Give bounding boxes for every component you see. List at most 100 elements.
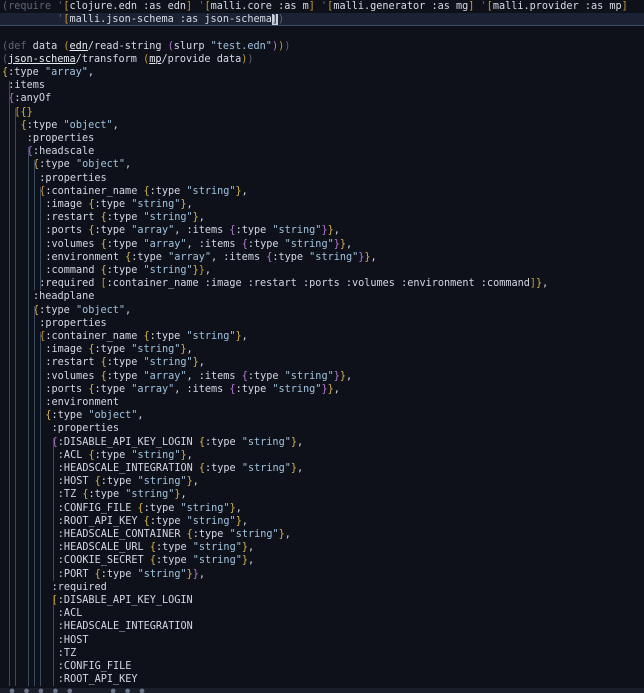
code-token: , :items xyxy=(186,370,242,382)
code-line[interactable]: (def data (edn/read-string (slurp "test.… xyxy=(0,40,644,53)
code-token: "string" xyxy=(192,542,242,554)
code-token: :type xyxy=(51,410,89,422)
code-token: "string" xyxy=(309,251,359,263)
code-token: :type xyxy=(247,238,285,250)
code-token: "string" xyxy=(186,185,236,197)
code-token: /provide data xyxy=(161,53,242,65)
code-line[interactable]: :ACL {:type "string"}, xyxy=(0,449,644,462)
code-token: :type xyxy=(94,344,132,356)
code-token: :properties xyxy=(39,317,107,329)
code-line[interactable]: :environment {:type "array", :items {:ty… xyxy=(0,251,644,264)
code-line[interactable]: {:type "array", xyxy=(0,66,644,79)
code-line[interactable]: :ROOT_API_KEY xyxy=(0,673,644,686)
code-line[interactable]: :CONFIG_FILE xyxy=(0,660,644,673)
code-token: "array" xyxy=(44,67,88,78)
code-token: } xyxy=(26,106,33,118)
code-line[interactable]: :command {:type "string"}}, xyxy=(0,264,644,277)
code-token: :PORT xyxy=(57,568,95,580)
code-token: :HEADSCALE_INTEGRATION xyxy=(57,621,193,633)
code-token: :type xyxy=(272,251,310,263)
code-line[interactable]: :HEADSCALE_INTEGRATION {:type "string"}, xyxy=(0,462,644,475)
code-line[interactable]: (json-schema/transform (mp/provide data)… xyxy=(0,53,644,66)
code-line[interactable]: :HOST {:type "string"}, xyxy=(0,475,644,488)
code-line[interactable]: [:DISABLE_API_KEY_LOGIN xyxy=(0,594,644,607)
code-line[interactable]: {:headscale xyxy=(0,145,644,158)
code-line[interactable]: :COOKIE_SECRET {:type "string"}, xyxy=(0,554,644,567)
code-token: , xyxy=(284,529,291,540)
code-line[interactable]: :TZ {:type "string"}, xyxy=(0,488,644,501)
code-line[interactable]: :ports {:type "array", :items {:type "st… xyxy=(0,224,644,237)
code-line[interactable]: :restart {:type "string"}, xyxy=(0,211,644,224)
code-line[interactable] xyxy=(0,26,644,39)
code-editor[interactable]: (require '[clojure.edn :as edn] '[malli.… xyxy=(0,0,644,693)
code-line[interactable]: :image {:type "string"}, xyxy=(0,198,644,211)
code-token: :type xyxy=(39,159,76,171)
code-line[interactable]: {:container_name {:type "string"}, xyxy=(0,330,644,343)
code-line[interactable]: (require '[clojure.edn :as edn] '[malli.… xyxy=(0,0,644,13)
code-token: def xyxy=(8,40,27,52)
code-line[interactable]: :HOST xyxy=(0,634,644,647)
code-line[interactable]: {:type "object", xyxy=(0,119,644,132)
code-line[interactable]: {:DISABLE_API_KEY_LOGIN {:type "string"}… xyxy=(0,436,644,449)
code-line[interactable]: {:anyOf xyxy=(0,92,644,105)
code-line[interactable]: {:type "object", xyxy=(0,409,644,422)
code-line[interactable]: {:type "object", xyxy=(0,304,644,317)
code-token: malli.provider :as mp xyxy=(492,1,622,12)
code-token: :ports xyxy=(45,225,89,237)
code-token: "object" xyxy=(63,119,113,131)
code-line[interactable]: :required [:container_name :image :resta… xyxy=(0,277,644,290)
indent-guide xyxy=(34,305,35,687)
code-token: :type xyxy=(235,225,273,237)
code-line[interactable]: :required xyxy=(0,581,644,594)
code-token: :ports xyxy=(45,383,89,395)
code-token: :type xyxy=(94,383,132,395)
code-token: :volumes xyxy=(45,238,101,250)
code-line[interactable]: :restart {:type "string"}, xyxy=(0,356,644,369)
code-line[interactable]: :ports {:type "array", :items {:type "st… xyxy=(0,383,644,396)
code-line[interactable]: :TZ xyxy=(0,647,644,660)
code-line[interactable]: [{} xyxy=(0,106,644,119)
code-token: :type xyxy=(205,463,242,474)
code-line[interactable]: :items xyxy=(0,79,644,92)
code-token: "string" xyxy=(131,199,181,210)
code-line[interactable]: '[malli.json-schema :as json-schema]) xyxy=(0,13,644,27)
status-bar: ● ● ● ● ● ● ● ● xyxy=(0,688,644,693)
code-token: , xyxy=(137,410,144,422)
code-token: , xyxy=(198,357,205,369)
code-token: :type xyxy=(149,331,187,342)
code-token: , xyxy=(241,331,248,342)
code-line[interactable]: :HEADSCALE_URL {:type "string"}, xyxy=(0,541,644,554)
code-line[interactable]: :HEADSCALE_CONTAINER {:type "string"}, xyxy=(0,528,644,541)
code-token: "string" xyxy=(272,383,322,395)
code-token: :type xyxy=(26,119,64,131)
code-token: "string" xyxy=(131,344,181,356)
code-token: :type xyxy=(204,436,242,448)
code-line[interactable]: :volumes {:type "array", :items {:type "… xyxy=(0,370,644,383)
code-token: :type xyxy=(155,555,193,567)
code-line[interactable]: :properties xyxy=(0,422,644,435)
code-token: , :items xyxy=(174,225,230,237)
code-line[interactable]: :PORT {:type "string"}}, xyxy=(0,568,644,581)
code-line[interactable]: :properties xyxy=(0,132,644,145)
code-line[interactable]: :ACL xyxy=(0,607,644,620)
code-line[interactable]: :HEADSCALE_INTEGRATION xyxy=(0,620,644,633)
code-line[interactable]: :properties xyxy=(0,172,644,185)
code-token: :DISABLE_API_KEY_LOGIN xyxy=(57,436,199,448)
code-token: :items xyxy=(8,80,45,92)
code-token: ] xyxy=(621,1,628,12)
code-line[interactable]: :CONFIG_FILE {:type "string"}, xyxy=(0,502,644,515)
code-line[interactable]: :environment xyxy=(0,396,644,409)
code-line[interactable]: :headplane xyxy=(0,290,644,303)
code-line[interactable]: {:type "object", xyxy=(0,158,644,171)
code-line[interactable]: :properties xyxy=(0,317,644,330)
code-token: "string" xyxy=(192,555,242,567)
code-line[interactable]: :ROOT_API_KEY {:type "string"}, xyxy=(0,515,644,528)
indent-guide xyxy=(40,186,42,291)
code-token: , :items xyxy=(211,251,267,263)
code-line[interactable]: :volumes {:type "array", :items {:type "… xyxy=(0,238,644,251)
code-token: require xyxy=(8,1,52,12)
code-line[interactable]: :image {:type "string"}, xyxy=(0,343,644,356)
code-token: :required xyxy=(51,581,107,593)
code-line[interactable]: {:container_name {:type "string"}, xyxy=(0,185,644,198)
code-token: :restart xyxy=(45,357,101,369)
